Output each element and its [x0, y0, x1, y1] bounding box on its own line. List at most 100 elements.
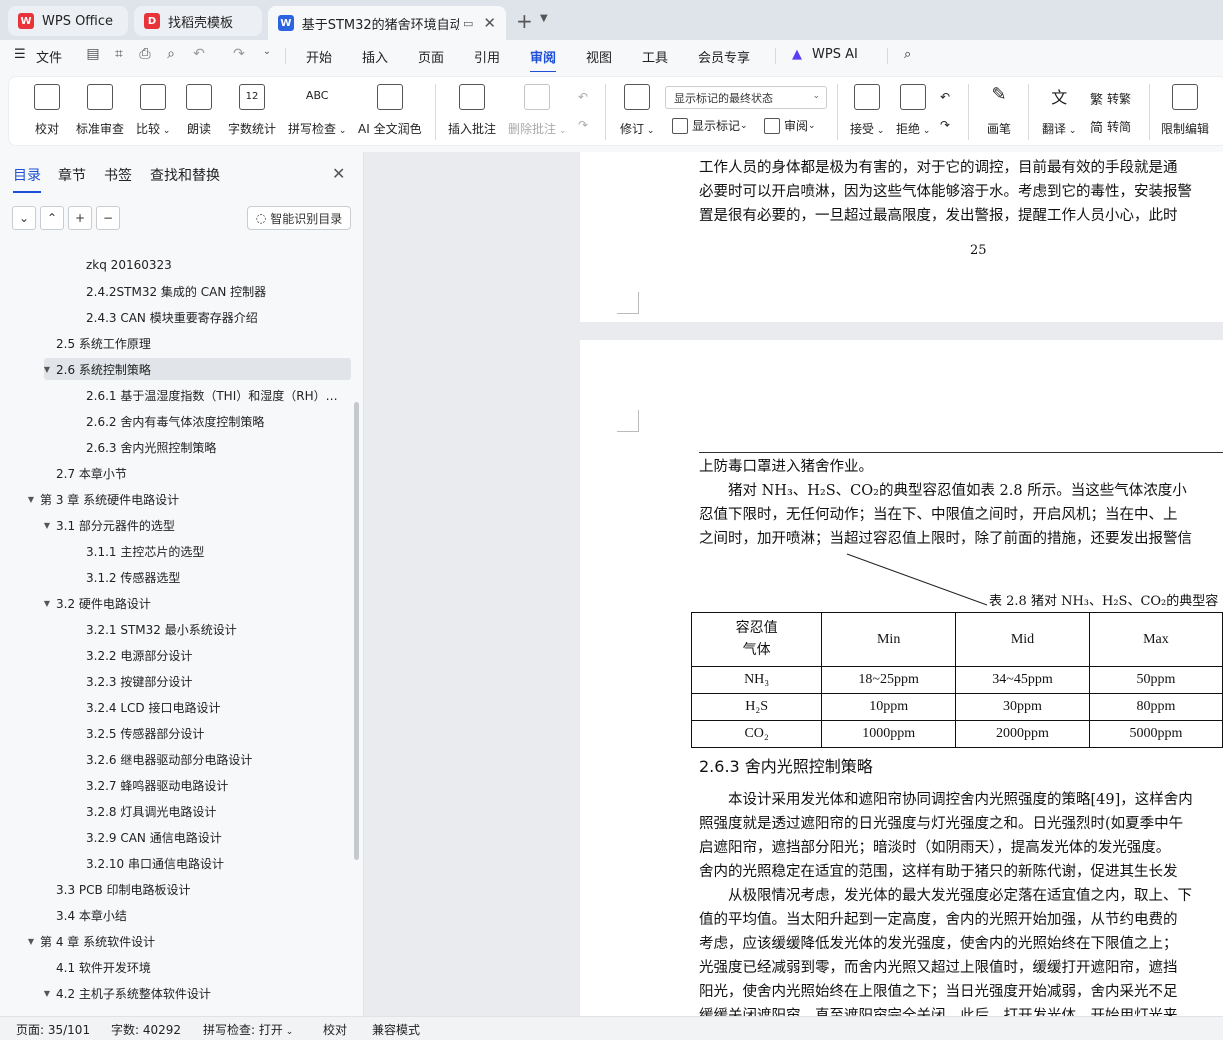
- toc-item[interactable]: 3.2.8 灯具调光电路设计: [0, 800, 352, 822]
- toc-item[interactable]: 3.2.6 继电器驱动部分电路设计: [0, 748, 352, 770]
- close-icon[interactable]: ✕: [332, 164, 345, 183]
- expand-caret-icon[interactable]: ▼: [40, 365, 54, 374]
- nav-tab-chapters[interactable]: 章节: [58, 165, 86, 185]
- status-proofread[interactable]: 校对: [323, 1021, 347, 1038]
- toc-item[interactable]: ▼ 第 4 章 系统软件设计: [0, 930, 352, 952]
- ai-polish-button[interactable]: AI 全文润色: [358, 84, 422, 137]
- toc-item[interactable]: 2.6.2 舍内有毒气体浓度控制策略: [0, 410, 352, 432]
- redo-icon[interactable]: ↷: [230, 46, 248, 64]
- toc-item[interactable]: 2.6.1 基于温湿度指数（THI）和湿度（RH）…: [0, 384, 352, 406]
- read-aloud-button[interactable]: 朗读: [186, 84, 212, 137]
- more-chevron-icon[interactable]: ⌄: [258, 46, 276, 64]
- nav-tab-find-replace[interactable]: 查找和替换: [150, 165, 220, 185]
- toc-item[interactable]: 3.1.1 主控芯片的选型: [0, 540, 352, 562]
- toc-item[interactable]: ▼ 3.2 硬件电路设计: [0, 592, 352, 614]
- toc-item[interactable]: 2.6.3 舍内光照控制策略: [0, 436, 352, 458]
- next-change-icon[interactable]: ↷: [940, 118, 950, 132]
- prev-change-icon[interactable]: ↶: [940, 90, 950, 104]
- toc-item[interactable]: ▼ 2.6 系统控制策略: [44, 358, 351, 380]
- nav-tab-toc[interactable]: 目录: [13, 165, 41, 193]
- new-tab-icon[interactable]: +: [516, 9, 533, 33]
- menu-insert[interactable]: 插入: [362, 47, 388, 66]
- menu-tools[interactable]: 工具: [642, 47, 668, 66]
- toc-item[interactable]: 2.4.3 CAN 模块重要寄存器介绍: [0, 306, 352, 328]
- nav-scrollbar[interactable]: [354, 402, 359, 860]
- standard-review-button[interactable]: 标准审查: [76, 84, 124, 137]
- print-preview-icon[interactable]: ⌕: [162, 46, 180, 64]
- menu-wps-ai[interactable]: WPS AI: [812, 47, 858, 62]
- status-page[interactable]: 页面: 35/101: [16, 1021, 90, 1038]
- reject-button[interactable]: 拒绝 ⌄: [896, 84, 930, 137]
- next-comment-icon[interactable]: ↷: [578, 118, 588, 132]
- toc-item[interactable]: 3.2.2 电源部分设计: [0, 644, 352, 666]
- menu-reference[interactable]: 引用: [474, 47, 500, 66]
- toc-item[interactable]: 3.4 本章小结: [0, 904, 352, 926]
- toc-item[interactable]: 3.2.1 STM32 最小系统设计: [0, 618, 352, 640]
- toc-item[interactable]: 3.2.5 传感器部分设计: [0, 722, 352, 744]
- tab-wps-office[interactable]: W WPS Office: [8, 6, 128, 36]
- toc-item[interactable]: ▼ 3.1 部分元器件的选型: [0, 514, 352, 536]
- delete-comment-button[interactable]: 删除批注 ⌄: [508, 84, 566, 137]
- status-spell-check[interactable]: 拼写检查: 打开 ⌄: [203, 1021, 293, 1038]
- menu-review[interactable]: 审阅: [530, 47, 557, 73]
- status-word-count[interactable]: 字数: 40292: [111, 1021, 181, 1038]
- menu-page[interactable]: 页面: [418, 47, 444, 66]
- to-traditional-button[interactable]: 繁转繁: [1090, 89, 1131, 108]
- search-icon[interactable]: ⌕: [904, 47, 911, 62]
- expand-caret-icon[interactable]: ▼: [24, 937, 38, 946]
- toc-item[interactable]: 3.2.9 CAN 通信电路设计: [0, 826, 352, 848]
- collapse-all-button[interactable]: ⌄: [12, 206, 36, 230]
- track-changes-button[interactable]: 修订 ⌄: [620, 84, 654, 137]
- smart-toc-button[interactable]: ◌ 智能识别目录: [247, 206, 351, 230]
- expand-caret-icon[interactable]: ▼: [24, 495, 38, 504]
- menu-home[interactable]: 开始: [306, 47, 332, 66]
- add-heading-button[interactable]: +: [68, 206, 92, 230]
- table-row: H₂S 10ppm 30ppm 80ppm: [690, 693, 1223, 721]
- expand-caret-icon[interactable]: ▼: [40, 599, 54, 608]
- undo-icon[interactable]: ↶: [190, 46, 208, 64]
- nav-tab-bookmarks[interactable]: 书签: [104, 165, 132, 185]
- menu-view[interactable]: 视图: [586, 47, 612, 66]
- toc-item[interactable]: 3.2.7 蜂鸣器驱动电路设计: [0, 774, 352, 796]
- proofread-button[interactable]: 校对: [34, 84, 60, 137]
- prev-comment-icon[interactable]: ↶: [578, 90, 588, 104]
- word-count-button[interactable]: 12 字数统计: [228, 84, 276, 137]
- toc-item[interactable]: ▼ 4.2 主机子系统整体软件设计: [0, 982, 352, 1004]
- toc-item[interactable]: 3.3 PCB 印制电路板设计: [0, 878, 352, 900]
- toc-item[interactable]: ▼ 第 3 章 系统硬件电路设计: [0, 488, 352, 510]
- show-markup-button[interactable]: 显示标记 ⌄: [672, 117, 748, 134]
- translate-button[interactable]: 文翻译 ⌄: [1042, 84, 1076, 137]
- remove-heading-button[interactable]: −: [96, 206, 120, 230]
- toc-item[interactable]: 3.2.3 按键部分设计: [0, 670, 352, 692]
- close-tab-icon[interactable]: ✕: [483, 14, 496, 32]
- menu-file[interactable]: 文件: [36, 47, 62, 66]
- restrict-edit-button[interactable]: 限制编辑: [1161, 84, 1209, 137]
- toc-item[interactable]: 3.2.4 LCD 接口电路设计: [0, 696, 352, 718]
- to-simplified-button[interactable]: 简转简: [1090, 117, 1131, 136]
- print-icon[interactable]: ⎙: [136, 46, 154, 64]
- hamburger-icon[interactable]: ☰: [14, 47, 26, 62]
- markup-mode-select[interactable]: 显示标记的最终状态 ⌄: [665, 86, 827, 109]
- accept-button[interactable]: 接受 ⌄: [850, 84, 884, 137]
- insert-comment-button[interactable]: 插入批注: [448, 84, 496, 137]
- expand-caret-icon[interactable]: ▼: [40, 521, 54, 530]
- toc-item[interactable]: 2.4.2STM32 集成的 CAN 控制器: [0, 280, 352, 302]
- tab-template[interactable]: D 找稻壳模板: [134, 6, 262, 36]
- pen-button[interactable]: ✎ 画笔: [986, 84, 1012, 137]
- expand-caret-icon[interactable]: ▼: [40, 989, 54, 998]
- toc-item[interactable]: zkq 20160323: [0, 254, 352, 276]
- toc-item[interactable]: 3.2.10 串口通信电路设计: [0, 852, 352, 874]
- export-icon[interactable]: ⌗: [110, 46, 128, 64]
- save-icon[interactable]: ▤: [84, 46, 102, 64]
- toc-item[interactable]: 3.1.2 传感器选型: [0, 566, 352, 588]
- expand-up-button[interactable]: ⌃: [40, 206, 64, 230]
- tab-document[interactable]: W 基于STM32的猪舍环境自动监 ▭ ✕: [268, 6, 506, 40]
- chevron-down-icon[interactable]: ▼: [540, 13, 548, 24]
- toc-item[interactable]: 2.7 本章小节: [0, 462, 352, 484]
- compare-button[interactable]: 比较 ⌄: [136, 84, 170, 137]
- review-pane-button[interactable]: 审阅 ⌄: [764, 117, 816, 134]
- toc-item[interactable]: 4.1 软件开发环境: [0, 956, 352, 978]
- menu-member[interactable]: 会员专享: [698, 47, 750, 66]
- toc-item[interactable]: 2.5 系统工作原理: [0, 332, 352, 354]
- spell-check-button[interactable]: ABC 拼写检查 ⌄: [288, 84, 346, 137]
